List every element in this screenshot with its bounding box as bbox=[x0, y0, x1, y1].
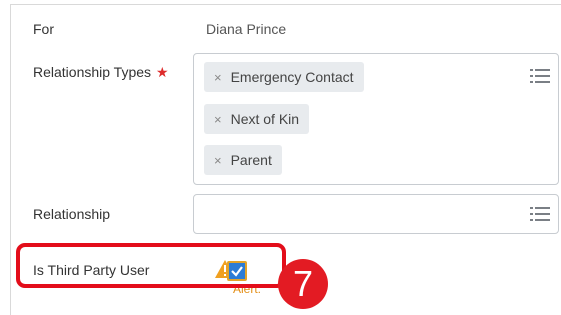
for-label: For bbox=[33, 21, 54, 37]
pill-label: Next of Kin bbox=[230, 111, 300, 127]
relationship-label: Relationship bbox=[33, 206, 111, 222]
relationship-type-pill-parent[interactable]: × Parent bbox=[204, 145, 282, 175]
prompt-list-icon[interactable] bbox=[530, 69, 550, 83]
prompt-list-icon[interactable] bbox=[530, 207, 550, 221]
relationship-input[interactable] bbox=[193, 194, 559, 234]
pill-label: Emergency Contact bbox=[230, 69, 354, 85]
pill-label: Parent bbox=[230, 152, 272, 168]
step-highlight-box bbox=[16, 243, 286, 288]
for-value: Diana Prince bbox=[206, 21, 287, 37]
step-number-badge: 7 bbox=[278, 259, 328, 309]
relationship-types-label: Relationship Types ★ bbox=[33, 64, 169, 81]
required-marker: ★ bbox=[156, 64, 169, 80]
relationship-types-multiselect[interactable]: × Emergency Contact × Next of Kin × Pare… bbox=[193, 53, 559, 185]
remove-icon[interactable]: × bbox=[214, 153, 222, 168]
relationship-type-pill-next-of-kin[interactable]: × Next of Kin bbox=[204, 104, 310, 134]
remove-icon[interactable]: × bbox=[214, 112, 222, 127]
relationship-types-label-text: Relationship Types bbox=[33, 64, 152, 80]
relationship-type-pill-emergency-contact[interactable]: × Emergency Contact bbox=[204, 62, 364, 92]
remove-icon[interactable]: × bbox=[214, 70, 222, 85]
